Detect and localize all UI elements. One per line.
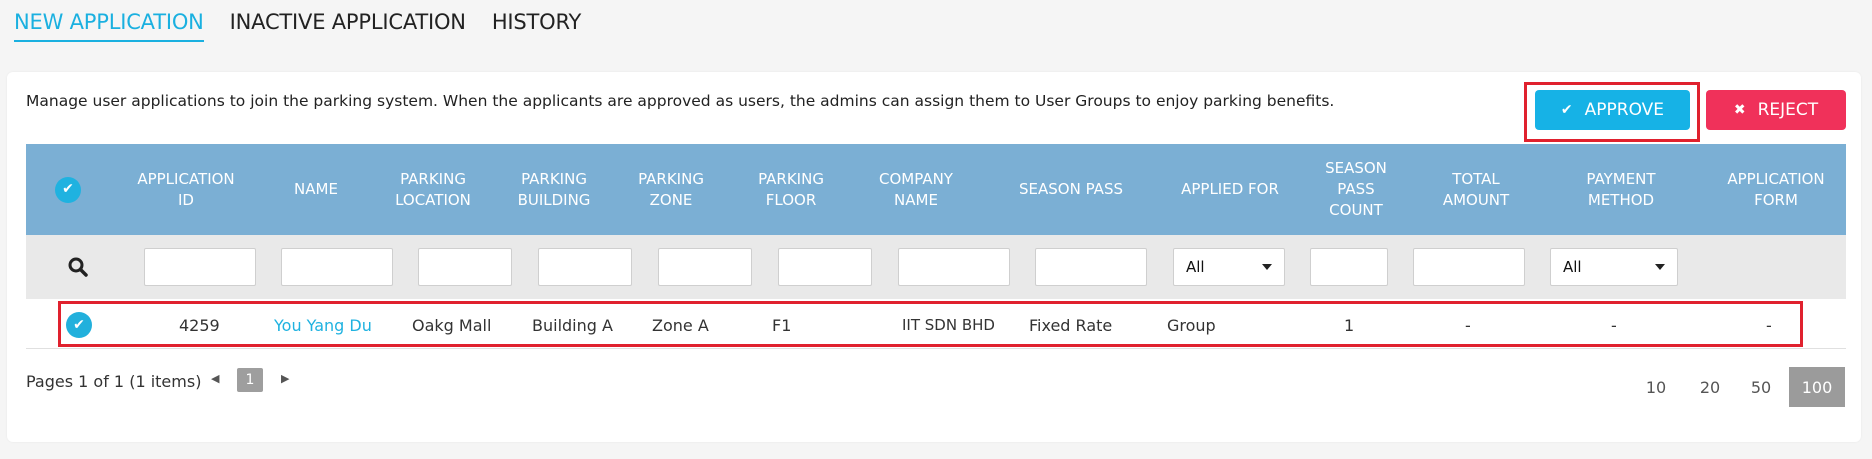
chevron-down-icon [1262,264,1272,270]
column-header[interactable]: PARKING LOCATION [383,144,483,235]
tab-bar: NEW APPLICATION INACTIVE APPLICATION HIS… [14,10,581,42]
column-header[interactable]: COMPANY NAME [866,144,966,235]
column-header[interactable]: APPLICATION FORM [1716,144,1836,235]
column-header[interactable]: PAYMENT METHOD [1561,144,1681,235]
filter-total-amount[interactable] [1413,248,1525,286]
page-size-option-active[interactable]: 100 [1789,367,1845,407]
prev-page-icon[interactable]: ◀ [211,372,219,385]
filter-row: All All [26,235,1846,299]
column-header[interactable]: PARKING BUILDING [504,144,604,235]
column-header[interactable]: TOTAL AMOUNT [1431,144,1521,235]
column-header[interactable]: SEASON PASS [1001,144,1141,235]
row-highlight-frame [58,301,1803,347]
panel-description: Manage user applications to join the par… [26,92,1335,110]
filter-payment-method-value: All [1563,258,1582,276]
chevron-down-icon [1655,264,1665,270]
tab-inactive-application[interactable]: INACTIVE APPLICATION [230,10,466,42]
search-icon [68,257,88,277]
page-number-button[interactable]: 1 [237,368,263,392]
filter-season-pass-count[interactable] [1310,248,1388,286]
filter-applied-for-select[interactable]: All [1173,248,1285,286]
next-page-icon[interactable]: ▶ [281,372,289,385]
filter-parking-floor[interactable] [778,248,872,286]
table-header: ✔ APPLICATION ID NAME PARKING LOCATION P… [26,144,1846,235]
filter-application-id[interactable] [144,248,256,286]
select-all-check-icon[interactable]: ✔ [55,176,81,203]
page-size-option[interactable]: 20 [1690,367,1730,407]
close-icon: ✖ [1733,102,1746,118]
column-header[interactable]: NAME [266,144,366,235]
reject-button-label: REJECT [1757,100,1819,120]
tab-history[interactable]: HISTORY [492,10,582,42]
reject-button[interactable]: ✖ REJECT [1706,90,1846,130]
column-header[interactable]: PARKING ZONE [626,144,716,235]
filter-name[interactable] [281,248,393,286]
filter-payment-method-select[interactable]: All [1550,248,1678,286]
filter-company-name[interactable] [898,248,1010,286]
filter-parking-location[interactable] [418,248,512,286]
page-size-option[interactable]: 50 [1741,367,1781,407]
column-header[interactable]: APPLIED FOR [1174,144,1286,235]
page-size-option[interactable]: 10 [1636,367,1676,407]
column-header[interactable]: SEASON PASS COUNT [1316,144,1396,235]
checkmark-icon: ✔ [1560,102,1573,118]
approve-button[interactable]: ✔ APPROVE [1535,90,1690,130]
column-header[interactable]: PARKING FLOOR [741,144,841,235]
filter-parking-zone[interactable] [658,248,752,286]
filter-parking-building[interactable] [538,248,632,286]
header-select-all[interactable]: ✔ [26,144,110,235]
pager-summary: Pages 1 of 1 (1 items) [26,372,202,391]
filter-season-pass[interactable] [1035,248,1147,286]
column-header[interactable]: APPLICATION ID [131,144,241,235]
filter-applied-for-value: All [1186,258,1205,276]
tab-new-application[interactable]: NEW APPLICATION [14,10,204,42]
approve-button-label: APPROVE [1584,100,1665,120]
